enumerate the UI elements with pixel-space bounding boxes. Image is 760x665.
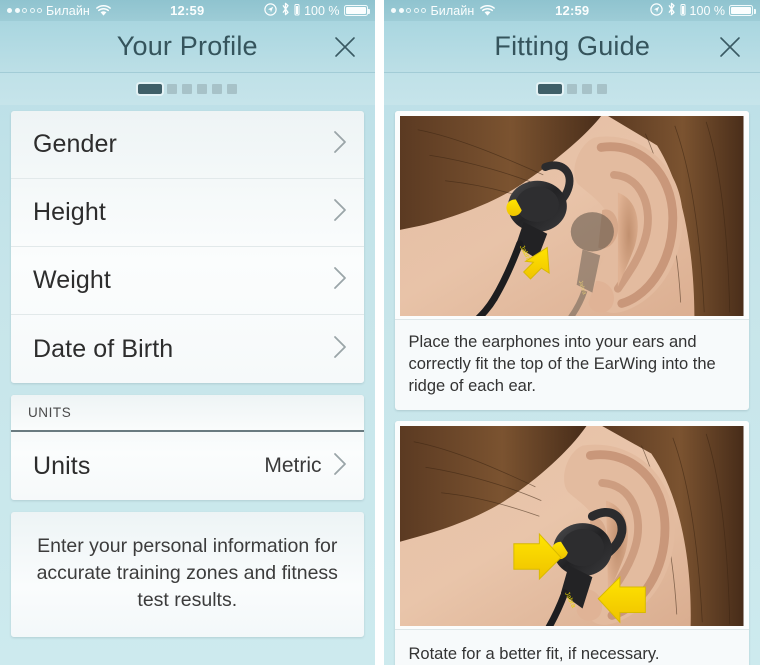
status-bar-left: Билайн 12:59 100 % (0, 0, 375, 21)
profile-info-text: Enter your personal information for accu… (11, 512, 364, 637)
battery-percent: 100 % (304, 3, 340, 18)
ear-photo-step-2: Jabra (395, 421, 749, 630)
right-pagination[interactable] (384, 73, 760, 105)
pagination-dot-4[interactable] (596, 84, 607, 94)
ear-illustration-2: Jabra (400, 426, 744, 627)
status-bar-right: Билайн 12:59 100 % (384, 0, 760, 21)
chevron-right-icon (332, 129, 348, 160)
pagination-dot-3[interactable] (581, 84, 592, 94)
pagination-dot-1[interactable] (537, 84, 562, 94)
chevron-right-icon (332, 334, 348, 365)
row-date-of-birth[interactable]: Date of Birth (11, 315, 364, 383)
location-icon (649, 2, 663, 19)
chevron-right-icon (332, 265, 348, 296)
row-label: Weight (33, 266, 111, 294)
row-units[interactable]: Units Metric (11, 432, 364, 500)
row-height[interactable]: Height (11, 179, 364, 247)
close-icon[interactable] (332, 34, 358, 60)
page-title: Fitting Guide (494, 31, 651, 61)
location-icon (264, 2, 277, 19)
row-label: Units (33, 451, 91, 480)
screenshot-root: Билайн 12:59 100 % Your Profile Gender H… (0, 0, 760, 665)
row-gender[interactable]: Gender (11, 111, 364, 179)
wifi-icon (96, 5, 111, 16)
bluetooth-icon (281, 2, 290, 19)
signal-strength-icon (391, 8, 427, 13)
profile-screen: Билайн 12:59 100 % Your Profile Gender H… (0, 0, 375, 665)
battery-percent: 100 % (689, 3, 725, 18)
panel-separator (374, 0, 380, 665)
ear-illustration-1: Jabra Jabra (400, 116, 744, 316)
right-title-bar: Fitting Guide (384, 21, 760, 73)
row-weight[interactable]: Weight (11, 247, 364, 315)
carrier-name: Билайн (46, 3, 90, 18)
pagination-dot-5[interactable] (211, 84, 222, 94)
battery-icon (343, 5, 371, 16)
row-label: Height (33, 198, 106, 226)
fitting-step-1: Jabra Jabra Place the earphones into you… (395, 111, 749, 411)
status-bar-left-group: Билайн (7, 3, 111, 18)
step-1-caption: Place the earphones into your ears and c… (395, 319, 749, 410)
battery-icon (729, 5, 756, 16)
pagination-dot-1[interactable] (137, 84, 162, 94)
fitting-guide-screen: Билайн 12:59 100 % Fitting Guide Jabra J… (384, 0, 760, 665)
bluetooth-icon (667, 2, 676, 19)
carrier-name: Билайн (430, 3, 475, 18)
row-label: Date of Birth (33, 334, 174, 363)
battery-small-icon (680, 3, 686, 19)
pagination-dot-4[interactable] (196, 84, 207, 94)
page-title: Your Profile (116, 31, 258, 61)
signal-strength-icon (7, 8, 42, 13)
fitting-guide-content: Jabra Jabra Place the earphones into you… (384, 105, 760, 665)
row-label: Gender (33, 130, 117, 158)
profile-settings-card: Gender Height Weight Date of Birth (11, 111, 364, 383)
wifi-icon (480, 5, 496, 16)
row-value: Metric (264, 454, 322, 477)
status-bar-left-group: Билайн (391, 3, 496, 18)
left-title-bar: Your Profile (0, 21, 375, 73)
units-section-header: UNITS (11, 395, 364, 432)
pagination-dot-2[interactable] (166, 84, 177, 94)
chevron-right-icon (332, 451, 348, 482)
step-2-caption: Rotate for a better fit, if necessary. (395, 629, 749, 665)
profile-content: Gender Height Weight Date of Birth UNITS… (0, 105, 375, 637)
pagination-dot-6[interactable] (226, 84, 237, 94)
chevron-right-icon (332, 197, 348, 228)
status-bar-right-group: 100 % (264, 2, 371, 19)
units-card: UNITS Units Metric (11, 395, 364, 500)
pagination-dot-2[interactable] (566, 84, 577, 94)
ear-photo-step-1: Jabra Jabra (395, 111, 749, 319)
fitting-step-2: Jabra Rotate for a better fit, if necess… (395, 421, 749, 665)
pagination-dot-3[interactable] (181, 84, 192, 94)
battery-small-icon (294, 3, 300, 19)
left-pagination[interactable] (0, 73, 375, 105)
status-bar-right-group: 100 % (649, 2, 756, 19)
close-icon[interactable] (717, 34, 743, 60)
